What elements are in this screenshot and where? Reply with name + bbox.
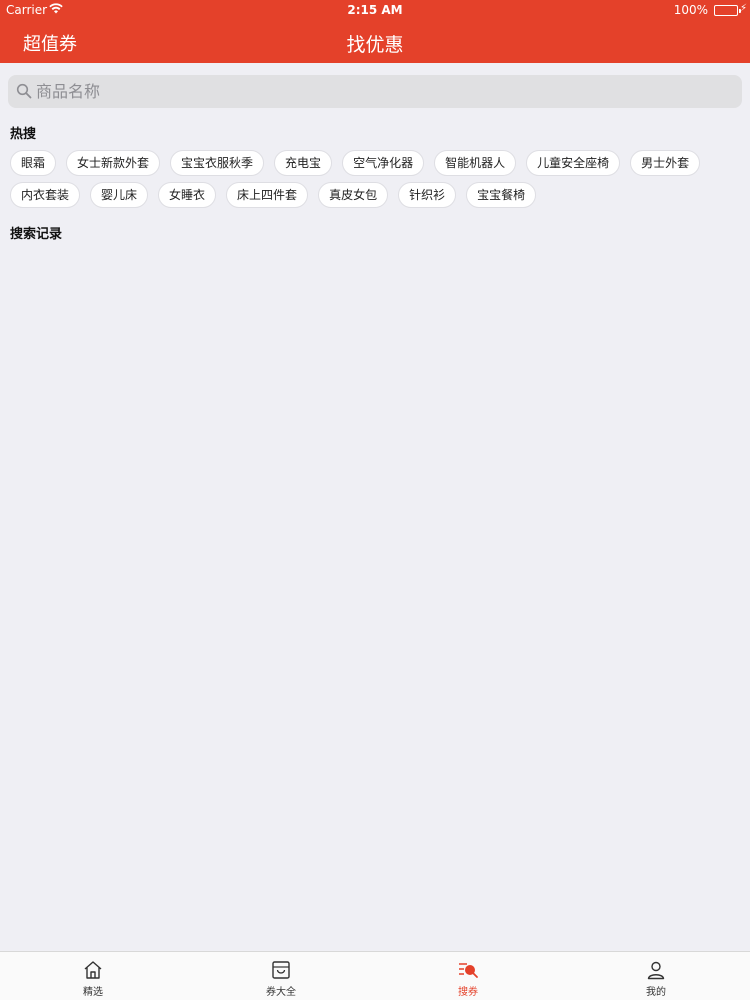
search-icon bbox=[16, 83, 32, 99]
hot-search-tag[interactable]: 针织衫 bbox=[398, 182, 457, 208]
tab-label: 精选 bbox=[83, 987, 103, 998]
search-history-title: 搜索记录 bbox=[10, 227, 63, 242]
tab-featured[interactable]: 精选 bbox=[53, 952, 133, 1000]
hot-search-tag[interactable]: 女士新款外套 bbox=[66, 150, 161, 176]
user-icon bbox=[647, 961, 665, 980]
hot-search-tag[interactable]: 儿童安全座椅 bbox=[526, 150, 621, 176]
hot-search-tag[interactable]: 真皮女包 bbox=[318, 182, 389, 208]
hot-search-tags: 眼霜 女士新款外套 宝宝衣服秋季 充电宝 空气净化器 智能机器人 儿童安全座椅 男士外套内衣套… bbox=[10, 150, 740, 208]
tab-bar: 精选 券大全 搜券 我的 bbox=[0, 951, 750, 1000]
page-title: 找优惠 bbox=[346, 34, 404, 56]
tab-label: 券大全 bbox=[266, 987, 296, 998]
hot-search-tag[interactable]: 女睡衣 bbox=[158, 182, 217, 208]
coupon-box-icon bbox=[272, 961, 290, 979]
hot-search-tag[interactable]: 婴儿床 bbox=[90, 182, 149, 208]
tab-all-coupons[interactable]: 券大全 bbox=[241, 952, 321, 1000]
hot-search-title: 热搜 bbox=[10, 127, 37, 142]
hot-search-tag[interactable]: 内衣套装 bbox=[10, 182, 81, 208]
search-input[interactable] bbox=[36, 75, 736, 108]
tab-label: 搜券 bbox=[458, 987, 478, 998]
hot-search-tag[interactable]: 充电宝 bbox=[274, 150, 333, 176]
tab-profile[interactable]: 我的 bbox=[616, 952, 696, 1000]
battery-percent: 100% bbox=[673, 3, 708, 17]
hot-search-tag[interactable]: 空气净化器 bbox=[342, 150, 425, 176]
hot-search-tag[interactable]: 宝宝衣服秋季 bbox=[170, 150, 265, 176]
search-coupon-icon bbox=[459, 963, 478, 978]
battery-icon bbox=[714, 5, 741, 16]
hot-search-tag[interactable]: 智能机器人 bbox=[434, 150, 517, 176]
tab-search-coupons[interactable]: 搜券 bbox=[428, 952, 508, 1000]
hot-search-tag[interactable]: 眼霜 bbox=[10, 150, 57, 176]
status-bar: Carrier 2:15 AM 100% ⚡ bbox=[0, 0, 750, 20]
tab-label: 我的 bbox=[646, 987, 666, 998]
header: Carrier 2:15 AM 100% ⚡ 超值券 找优惠 bbox=[0, 0, 750, 63]
hot-search-tag[interactable]: 男士外套 bbox=[630, 150, 701, 176]
search-bar[interactable] bbox=[8, 75, 742, 108]
charging-icon: ⚡ bbox=[739, 3, 747, 14]
home-icon bbox=[84, 961, 102, 979]
hot-search-tag[interactable]: 宝宝餐椅 bbox=[466, 182, 537, 208]
clock: 2:15 AM bbox=[347, 3, 403, 17]
hot-search-tag[interactable]: 床上四件套 bbox=[226, 182, 309, 208]
